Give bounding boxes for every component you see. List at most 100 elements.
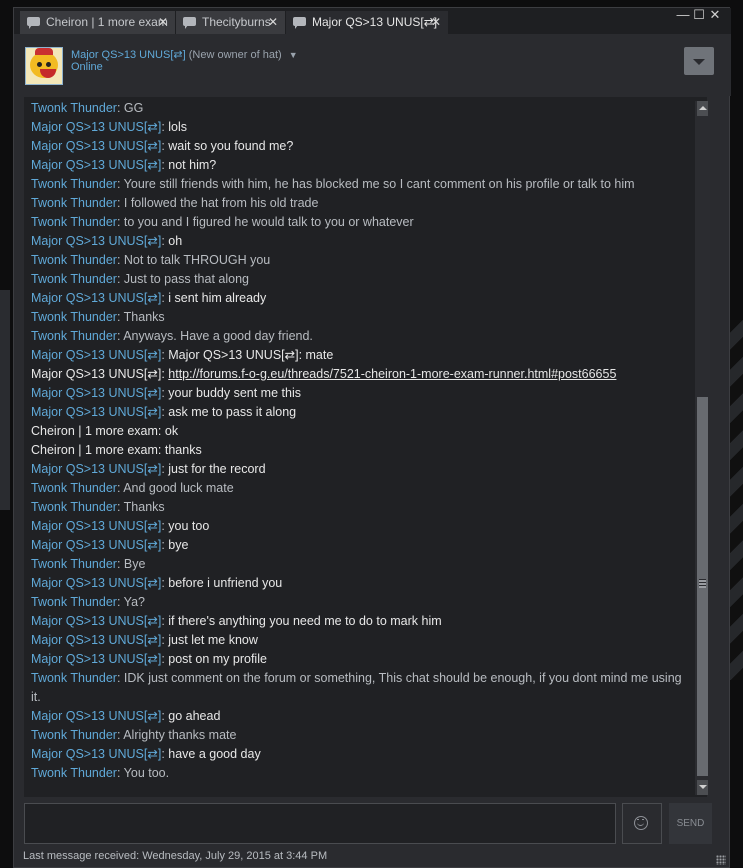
message-text: Anyways. Have a good day friend. <box>123 329 313 343</box>
message-text: Just to pass that along <box>123 272 249 286</box>
chat-message: Major QS>13 UNUS[⇄]: just for the record <box>31 462 266 476</box>
message-author[interactable]: Twonk Thunder <box>31 101 117 115</box>
scroll-down-button[interactable] <box>697 780 708 795</box>
chat-message: Twonk Thunder: Just to pass that along <box>31 272 249 286</box>
message-author[interactable]: Major QS>13 UNUS[⇄] <box>31 462 161 476</box>
send-button[interactable]: SEND <box>669 803 712 844</box>
chat-message: Major QS>13 UNUS[⇄]: lols <box>31 120 188 134</box>
chat-message: Twonk Thunder: GG <box>31 101 144 115</box>
friend-name-dropdown[interactable]: Major QS>13 UNUS[⇄] (New owner of hat) ▼ <box>71 48 298 61</box>
message-author[interactable]: Major QS>13 UNUS[⇄] <box>31 139 161 153</box>
message-text: Thanks <box>123 500 165 514</box>
message-author[interactable]: Twonk Thunder <box>31 215 117 229</box>
chat-message: Major QS>13 UNUS[⇄]: go ahead <box>31 709 221 723</box>
chat-message: Major QS>13 UNUS[⇄]: bye <box>31 538 189 552</box>
resize-grip-icon[interactable] <box>716 855 726 865</box>
chat-message: Twonk Thunder: Alrighty thanks mate <box>31 728 237 742</box>
message-author[interactable]: Twonk Thunder <box>31 329 117 343</box>
message-text: Major QS>13 UNUS[⇄]: mate <box>168 348 334 362</box>
message-author[interactable]: Twonk Thunder <box>31 481 117 495</box>
message-author[interactable]: Major QS>13 UNUS[⇄] <box>31 234 161 248</box>
close-icon[interactable]: ✕ <box>431 11 441 34</box>
message-author[interactable]: Cheiron | 1 more exam <box>31 424 158 438</box>
friend-nickname: (New owner of hat) <box>188 49 282 61</box>
tab-label: Cheiron | 1 more exam <box>46 15 168 29</box>
message-author[interactable]: Major QS>13 UNUS[⇄] <box>31 747 161 761</box>
minimize-icon[interactable]: — <box>675 8 691 22</box>
chat-message: Major QS>13 UNUS[⇄]: if there's anything… <box>31 614 442 628</box>
message-author[interactable]: Twonk Thunder <box>31 177 117 191</box>
scrollbar[interactable] <box>695 101 710 795</box>
message-text: Youre still friends with him, he has blo… <box>123 177 635 191</box>
message-text: before i unfriend you <box>168 576 283 590</box>
message-author[interactable]: Major QS>13 UNUS[⇄] <box>31 576 161 590</box>
message-text: just for the record <box>168 462 266 476</box>
tab-label: Major QS>13 UNUS[⇄] <box>312 15 438 29</box>
message-author[interactable]: Twonk Thunder <box>31 728 117 742</box>
message-author[interactable]: Major QS>13 UNUS[⇄] <box>31 652 161 666</box>
message-author[interactable]: Major QS>13 UNUS[⇄] <box>31 405 161 419</box>
close-icon[interactable]: ✕ <box>268 11 278 34</box>
message-author[interactable]: Twonk Thunder <box>31 671 117 685</box>
avatar[interactable] <box>25 47 63 85</box>
chat-message: Twonk Thunder: And good luck mate <box>31 481 234 495</box>
chat-message: Twonk Thunder: Ya? <box>31 595 145 609</box>
message-author[interactable]: Major QS>13 UNUS[⇄] <box>31 633 161 647</box>
background-window-edge <box>0 290 10 510</box>
dropdown-arrow-icon <box>693 59 705 65</box>
chat-message: Twonk Thunder: Thanks <box>31 310 165 324</box>
message-author[interactable]: Twonk Thunder <box>31 595 117 609</box>
chat-message: Major QS>13 UNUS[⇄]: not him? <box>31 158 217 172</box>
tab-cheiron[interactable]: Cheiron | 1 more exam ✕ <box>20 11 175 34</box>
chat-bubble-icon <box>27 17 40 29</box>
chat-bubble-icon <box>293 17 306 29</box>
message-author[interactable]: Twonk Thunder <box>31 196 117 210</box>
message-author[interactable]: Major QS>13 UNUS[⇄] <box>31 614 161 628</box>
chat-message: Cheiron | 1 more exam: thanks <box>31 443 202 457</box>
message-author[interactable]: Major QS>13 UNUS[⇄] <box>31 120 161 134</box>
message-text: wait so you found me? <box>168 139 294 153</box>
tab-major-qs[interactable]: Major QS>13 UNUS[⇄] ✕ <box>286 11 448 34</box>
message-author[interactable]: Major QS>13 UNUS[⇄] <box>31 367 161 381</box>
friend-status: Online <box>71 61 103 73</box>
close-icon[interactable]: ✕ <box>158 11 168 34</box>
message-text: post on my profile <box>168 652 267 666</box>
message-text: IDK just comment on the forum or somethi… <box>31 671 682 704</box>
message-text: Alrighty thanks mate <box>123 728 237 742</box>
message-author[interactable]: Major QS>13 UNUS[⇄] <box>31 158 161 172</box>
message-author[interactable]: Major QS>13 UNUS[⇄] <box>31 538 161 552</box>
message-author[interactable]: Twonk Thunder <box>31 766 117 780</box>
chat-message: Twonk Thunder: Youre still friends with … <box>31 177 635 191</box>
message-author[interactable]: Major QS>13 UNUS[⇄] <box>31 519 161 533</box>
tab-thecityburns[interactable]: Thecityburns ✕ <box>176 11 285 34</box>
scroll-up-button[interactable] <box>697 101 708 116</box>
friend-name: Major QS>13 UNUS[⇄] <box>71 49 186 61</box>
scroll-thumb[interactable] <box>697 397 708 776</box>
message-author[interactable]: Major QS>13 UNUS[⇄] <box>31 709 161 723</box>
message-author[interactable]: Cheiron | 1 more exam <box>31 443 158 457</box>
message-text: have a good day <box>168 747 261 761</box>
message-text: oh <box>168 234 183 248</box>
message-link[interactable]: http://forums.f-o-g.eu/threads/7521-chei… <box>168 367 616 381</box>
message-text: Thanks <box>123 310 165 324</box>
chat-message: Major QS>13 UNUS[⇄]: post on my profile <box>31 652 267 666</box>
message-author[interactable]: Twonk Thunder <box>31 253 117 267</box>
message-author[interactable]: Twonk Thunder <box>31 557 117 571</box>
emoticon-button[interactable] <box>622 803 662 844</box>
message-author[interactable]: Major QS>13 UNUS[⇄] <box>31 348 161 362</box>
message-author[interactable]: Major QS>13 UNUS[⇄] <box>31 386 161 400</box>
maximize-icon[interactable]: ☐ <box>691 8 707 22</box>
chat-message: Twonk Thunder: to you and I figured he w… <box>31 215 414 229</box>
message-input[interactable] <box>24 803 616 844</box>
message-author[interactable]: Twonk Thunder <box>31 272 117 286</box>
chat-options-button[interactable] <box>684 47 714 75</box>
chat-message: Cheiron | 1 more exam: ok <box>31 424 179 438</box>
message-author[interactable]: Major QS>13 UNUS[⇄] <box>31 291 161 305</box>
message-author[interactable]: Twonk Thunder <box>31 500 117 514</box>
chat-message: Major QS>13 UNUS[⇄]: have a good day <box>31 747 261 761</box>
message-text: Not to talk THROUGH you <box>123 253 271 267</box>
message-author[interactable]: Twonk Thunder <box>31 310 117 324</box>
message-text: you too <box>168 519 210 533</box>
chat-message: Twonk Thunder: Thanks <box>31 500 165 514</box>
close-window-icon[interactable]: ✕ <box>707 8 723 22</box>
